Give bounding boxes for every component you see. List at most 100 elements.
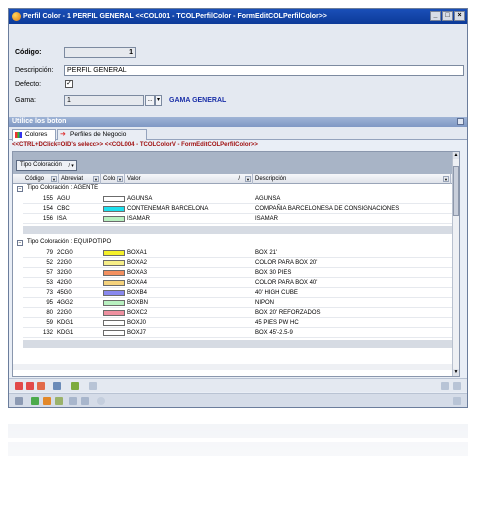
- col-header-valor[interactable]: Valor ▼ /: [125, 174, 253, 184]
- sort-az-icon[interactable]: [89, 382, 97, 390]
- view-icon[interactable]: [53, 382, 61, 390]
- cell-codigo: 132: [42, 330, 53, 336]
- cell-descripcion: ISAMAR: [255, 216, 279, 222]
- cell-codigo: 154: [42, 206, 53, 212]
- cell-descripcion: 45 PIES PW HC: [255, 320, 299, 326]
- title-bar[interactable]: Perfil Color - 1 PERFIL GENERAL <<COL001…: [9, 9, 467, 24]
- col-header-codigo[interactable]: Código ▼: [23, 174, 59, 184]
- group-chip-tipo-coloracion[interactable]: Tipo Coloración / ▾: [16, 160, 77, 171]
- color-swatch: [103, 320, 125, 326]
- vertical-scrollbar[interactable]: ▲ ▼: [452, 152, 459, 376]
- col-desc-label: Descripción: [255, 176, 287, 182]
- col-color-label: Colo: [103, 176, 116, 182]
- section-title: Utilice los boton: [9, 117, 467, 127]
- table-row[interactable]: 53 42G0 BOXA4 COLOR PARA BOX 40': [23, 278, 459, 288]
- scroll-up-icon[interactable]: ▲: [453, 152, 459, 159]
- table-row[interactable]: 80 22G0 BOXC2 BOX 20' REFORZADOS: [23, 308, 459, 318]
- codigo-field[interactable]: 1: [64, 47, 136, 58]
- table-row[interactable]: 59 KDG1 BOXJ0 45 PIES PW HC: [23, 318, 459, 328]
- table-row[interactable]: 156 ISA ISAMAR ISAMAR: [23, 214, 459, 224]
- filter-icon[interactable]: ▼: [117, 176, 123, 182]
- filter-funnel-icon[interactable]: [71, 382, 79, 390]
- table-row[interactable]: 79 2CG0 BOXA1 BOX 21': [23, 248, 459, 258]
- minimize-button[interactable]: _: [430, 11, 441, 21]
- table-row[interactable]: 57 32G0 BOXA3 BOX 30 PIES: [23, 268, 459, 278]
- table-row[interactable]: 132 KDG1 BOXJ7 BOX 45'-2.5-9: [23, 328, 459, 338]
- refresh-icon[interactable]: [55, 397, 63, 405]
- add-icon[interactable]: [15, 382, 23, 390]
- cell-valor: BOXA2: [127, 260, 148, 266]
- cell-descripcion: BOX 30 PIES: [255, 270, 292, 276]
- table-row[interactable]: 154 CBC CONTENEMAR BARCELONA COMPAÑIA BARCE…: [23, 204, 459, 214]
- scroll-down-icon[interactable]: ▼: [453, 369, 459, 376]
- filter-icon[interactable]: ▼: [443, 176, 449, 182]
- maximize-button[interactable]: □: [442, 11, 453, 21]
- cell-descripcion: COLOR PARA BOX 20': [255, 260, 318, 266]
- defecto-checkbox[interactable]: ✓: [65, 80, 73, 88]
- color-swatch: [103, 300, 125, 306]
- tab-perfiles-negocio[interactable]: ➜ Perfiles de Negocio: [57, 129, 147, 140]
- collapse-icon[interactable]: [457, 118, 464, 125]
- copy-icon[interactable]: [69, 397, 77, 405]
- filter-icon[interactable]: ▼: [245, 176, 251, 182]
- filter-icon[interactable]: ▼: [51, 176, 57, 182]
- cell-codigo: 73: [46, 290, 53, 296]
- col-header-abreviatura[interactable]: Abreviat ▼: [59, 174, 101, 184]
- table-row[interactable]: 73 45G0 BOXB4 40' HIGH CUBE: [23, 288, 459, 298]
- cell-descripcion: 40' HIGH CUBE: [255, 290, 298, 296]
- layout-icon[interactable]: [441, 382, 449, 390]
- cell-valor: BOXC2: [127, 310, 148, 316]
- sort-icon: /: [238, 176, 240, 182]
- help-icon[interactable]: [97, 397, 105, 405]
- filter-icon[interactable]: ▼: [93, 176, 99, 182]
- cell-abreviatura: AGU: [57, 196, 71, 202]
- menu-icon[interactable]: [453, 397, 461, 405]
- cell-codigo: 59: [46, 320, 53, 326]
- cell-abreviatura: 2CG0: [57, 250, 73, 256]
- sort-dropdown-icon[interactable]: / ▾: [69, 162, 74, 171]
- accept-icon[interactable]: [31, 397, 39, 405]
- table-row[interactable]: 155 AGU AGUNSA AGUNSA: [23, 194, 459, 204]
- cell-abreviatura: CBC: [57, 206, 70, 212]
- col-header-color[interactable]: Colo ▼: [101, 174, 125, 184]
- cell-abreviatura: ISA: [57, 216, 67, 222]
- close-button[interactable]: ×: [454, 11, 465, 21]
- cell-codigo: 57: [46, 270, 53, 276]
- collapse-group-icon[interactable]: −: [17, 186, 23, 192]
- group-footer-row: [23, 226, 459, 234]
- horizontal-scrollbar[interactable]: [13, 364, 459, 370]
- cell-valor: BOXBN: [127, 300, 149, 306]
- cell-descripcion: COMPAÑIA BARCELONESA DE CONSIGNACIONES: [255, 206, 400, 212]
- cell-valor: BOXJ0: [127, 320, 147, 326]
- gama-field[interactable]: 1: [64, 95, 144, 106]
- group-footer-row: [23, 340, 459, 348]
- print-icon[interactable]: [15, 397, 23, 405]
- collapse-group-icon[interactable]: −: [17, 240, 23, 246]
- table-row[interactable]: 52 22G0 BOXA2 COLOR PARA BOX 20': [23, 258, 459, 268]
- cancel-icon[interactable]: [43, 397, 51, 405]
- gama-name-link[interactable]: GAMA GENERAL: [169, 97, 226, 104]
- edit-icon[interactable]: [37, 382, 45, 390]
- delete-icon[interactable]: [26, 382, 34, 390]
- cell-codigo: 155: [42, 196, 53, 202]
- col-header-descripcion[interactable]: Descripción ▼: [253, 174, 451, 184]
- cell-abreviatura: 42G0: [57, 280, 72, 286]
- defecto-label: Defecto:: [15, 81, 42, 88]
- table-row[interactable]: 95 4GG2 BOXBN NIPON: [23, 298, 459, 308]
- section-title-text: Utilice los boton: [12, 118, 67, 125]
- cell-codigo: 79: [46, 250, 53, 256]
- descripcion-field[interactable]: PERFIL GENERAL: [64, 65, 464, 76]
- color-swatch: [103, 310, 125, 316]
- scroll-thumb[interactable]: [453, 166, 459, 216]
- options-icon[interactable]: [453, 382, 461, 390]
- col-abrev-label: Abreviat: [61, 176, 84, 182]
- tab-colores[interactable]: Colores: [12, 129, 56, 141]
- paste-icon[interactable]: [81, 397, 89, 405]
- gama-lookup-button[interactable]: ...: [145, 95, 155, 106]
- color-swatch: [103, 250, 125, 256]
- gama-dropdown-button[interactable]: ▾: [155, 95, 162, 106]
- color-swatch: [103, 290, 125, 296]
- group-row[interactable]: − Tipo Coloración : EQUIPOTIPO: [13, 238, 459, 247]
- color-swatch: [103, 216, 125, 222]
- group-row[interactable]: − Tipo Coloración : AGENTE: [13, 184, 459, 193]
